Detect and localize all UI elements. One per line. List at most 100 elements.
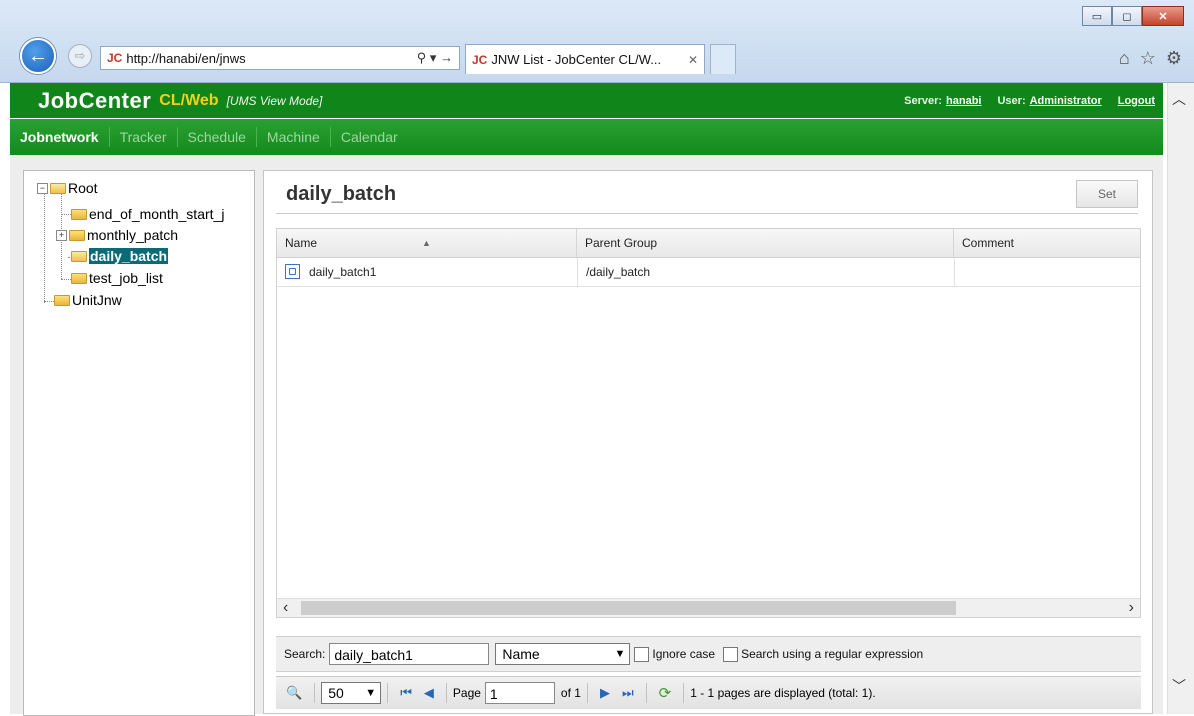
nav-jobnetwork[interactable]: Jobnetwork	[10, 127, 110, 147]
search-field-select[interactable]: Name ▼	[495, 643, 631, 665]
page-size-select[interactable]: 50 ▼	[321, 682, 382, 704]
cell-comment	[954, 258, 1140, 286]
folder-icon	[71, 208, 87, 220]
window-controls: ▭ ◻ ✕	[1082, 6, 1184, 26]
tree-node-unitjnw[interactable]: UnitJnw	[54, 291, 122, 309]
user-link[interactable]: Administrator	[1030, 95, 1102, 107]
app-header: JobCenter CL/Web [UMS View Mode] Server:…	[10, 83, 1163, 118]
browser-chrome: ▭ ◻ ✕ ← ⇨ JC http://hanabi/en/jnws ⚲ ▾ →…	[0, 0, 1194, 83]
back-button[interactable]: ←	[20, 38, 56, 74]
next-page-icon[interactable]: ▶	[600, 685, 610, 701]
scroll-down-icon[interactable]: ﹀	[1172, 676, 1186, 696]
column-header-comment[interactable]: Comment	[954, 229, 1140, 257]
set-button[interactable]: Set	[1076, 180, 1138, 208]
tab-title: JNW List - JobCenter CL/W...	[491, 52, 662, 67]
first-page-icon[interactable]: ⏮	[400, 685, 412, 701]
column-header-name[interactable]: Name ▲	[277, 229, 577, 257]
folder-open-icon	[50, 182, 66, 194]
forward-button[interactable]: ⇨	[68, 44, 92, 68]
title-divider	[276, 213, 1138, 214]
page-vertical-scrollbar[interactable]: ︿ ﹀	[1167, 83, 1194, 714]
jnw-table: Name ▲ Parent Group Comment daily_batch1…	[276, 228, 1141, 618]
folder-icon	[54, 294, 70, 306]
nav-schedule[interactable]: Schedule	[178, 127, 257, 147]
pager: 🔍 50 ▼ ⏮ ◀ Page 1 of 1 ▶ ⏭ ⟳ 1 - 1 pages…	[276, 676, 1141, 709]
cell-name[interactable]: daily_batch1	[277, 258, 577, 286]
tree-node-test-job-list[interactable]: test_job_list	[71, 269, 163, 287]
sort-ascending-icon: ▲	[422, 238, 431, 248]
tree-node-end-of-month[interactable]: end_of_month_start_j	[71, 205, 224, 223]
tree-label[interactable]: test_job_list	[89, 270, 163, 286]
tree-label[interactable]: Root	[68, 180, 98, 196]
refresh-icon[interactable]: ⟳	[659, 684, 672, 702]
page-title: daily_batch	[286, 183, 397, 205]
tree-node-root[interactable]: − Root	[37, 179, 98, 197]
address-text[interactable]: http://hanabi/en/jnws	[126, 51, 416, 66]
table-row[interactable]: daily_batch1 /daily_batch	[277, 258, 1140, 287]
scroll-up-icon[interactable]: ︿	[1172, 89, 1186, 109]
table-horizontal-scrollbar[interactable]: ‹ ›	[277, 598, 1140, 617]
app-logo-sub: CL/Web	[159, 91, 219, 109]
collapse-icon[interactable]: −	[37, 182, 48, 194]
column-header-parent-group[interactable]: Parent Group	[577, 229, 954, 257]
chevron-down-icon: ▼	[365, 687, 377, 699]
tree-node-daily-batch[interactable]: daily_batch	[71, 247, 169, 265]
ignore-case-label: Ignore case	[652, 647, 716, 661]
server-link[interactable]: hanabi	[946, 95, 981, 107]
server-label: Server:	[904, 94, 943, 107]
home-icon[interactable]: ⌂	[1119, 48, 1130, 69]
address-bar[interactable]: JC http://hanabi/en/jnws ⚲ ▾ →	[100, 46, 460, 70]
tree-label[interactable]: UnitJnw	[72, 292, 122, 308]
expand-icon[interactable]: +	[56, 229, 67, 241]
table-header: Name ▲ Parent Group Comment	[277, 229, 1140, 258]
prev-page-icon[interactable]: ◀	[424, 685, 434, 701]
jnw-list-panel: daily_batch Set Name ▲ Parent Group Comm…	[263, 170, 1153, 714]
nav-machine[interactable]: Machine	[257, 127, 331, 147]
browser-toolbar-icons: ⌂ ☆ ⚙	[1119, 48, 1182, 69]
page-status: 1 - 1 pages are displayed (total: 1).	[690, 686, 876, 700]
user-label: User:	[997, 94, 1026, 107]
scroll-right-icon[interactable]: ›	[1129, 599, 1134, 617]
search-bar: Search: daily_batch1 Name ▼ Ignore case …	[276, 636, 1141, 672]
favorites-star-icon[interactable]: ☆	[1140, 48, 1156, 69]
address-search-arrow-icon[interactable]: ⚲ ▾ →	[417, 50, 453, 66]
cell-parent-group: /daily_batch	[577, 258, 954, 286]
app-logo: JobCenter	[38, 87, 152, 113]
tree-label[interactable]: end_of_month_start_j	[89, 206, 224, 222]
folder-open-icon	[71, 250, 87, 262]
folder-icon	[69, 229, 85, 241]
search-label: Search:	[284, 647, 326, 661]
search-input[interactable]: daily_batch1	[329, 643, 490, 665]
settings-gear-icon[interactable]: ⚙	[1166, 48, 1182, 69]
search-icon[interactable]: 🔍	[286, 685, 302, 701]
logout-link[interactable]: Logout	[1118, 95, 1155, 107]
scroll-left-icon[interactable]: ‹	[283, 599, 288, 617]
tab-close-icon[interactable]: ✕	[688, 53, 698, 67]
jobnetwork-tree: − Root end_of_month_start_j + monthly_pa…	[23, 170, 255, 716]
regex-label: Search using a regular expression	[741, 647, 924, 661]
new-tab-button[interactable]	[710, 44, 736, 74]
browser-tab-active[interactable]: JC JNW List - JobCenter CL/W... ✕	[465, 44, 705, 74]
tree-label-selected[interactable]: daily_batch	[89, 248, 169, 264]
view-mode-label: [UMS View Mode]	[226, 93, 323, 108]
page-input[interactable]: 1	[484, 682, 555, 704]
jobnetwork-icon	[285, 264, 300, 280]
page-of-label: of 1	[560, 686, 581, 700]
scroll-thumb[interactable]	[301, 601, 956, 615]
tree-node-monthly-patch[interactable]: + monthly_patch	[56, 226, 178, 244]
folder-icon	[71, 272, 87, 284]
chevron-down-icon: ▼	[614, 648, 626, 660]
tab-favicon-icon: JC	[472, 52, 488, 67]
minimize-button[interactable]: ▭	[1082, 6, 1112, 26]
maximize-button[interactable]: ◻	[1112, 6, 1142, 26]
header-user-info: Server: hanabi User: Administrator Logou…	[904, 95, 1155, 107]
site-favicon-icon: JC	[107, 51, 123, 65]
regex-checkbox[interactable]	[723, 646, 739, 662]
close-window-button[interactable]: ✕	[1142, 6, 1184, 26]
main-nav: Jobnetwork Tracker Schedule Machine Cale…	[10, 119, 1163, 155]
nav-tracker[interactable]: Tracker	[110, 127, 178, 147]
ignore-case-checkbox[interactable]	[634, 646, 650, 662]
tree-label[interactable]: monthly_patch	[87, 227, 178, 243]
last-page-icon[interactable]: ⏭	[622, 685, 634, 701]
nav-calendar[interactable]: Calendar	[331, 127, 408, 147]
